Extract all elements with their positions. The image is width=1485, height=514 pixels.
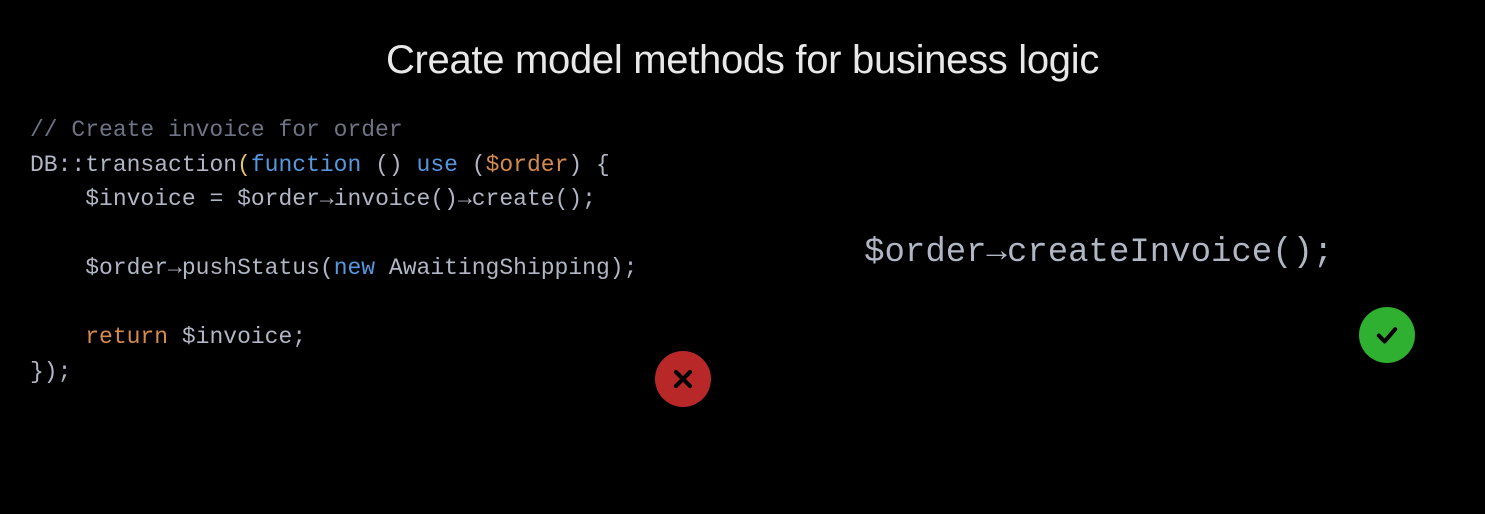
bad-example-panel: // Create invoice for order DB::transact… — [30, 113, 743, 389]
code-token: DB — [30, 152, 58, 178]
code-token — [375, 255, 389, 281]
code-token: createInvoice(); — [1007, 234, 1333, 272]
code-comment: // Create invoice for order — [30, 117, 403, 143]
code-paren: ( — [472, 152, 486, 178]
code-keyword: use — [417, 152, 458, 178]
code-token: () — [361, 152, 402, 178]
code-token — [403, 152, 417, 178]
code-token: ; — [292, 324, 306, 350]
cross-icon — [669, 365, 697, 393]
good-example-panel: $order→createInvoice(); — [743, 113, 1456, 393]
code-indent — [30, 324, 85, 350]
bad-code-block: // Create invoice for order DB::transact… — [30, 113, 743, 389]
slide-title: Create model methods for business logic — [0, 0, 1485, 113]
code-token: create(); — [472, 186, 596, 212]
good-code-block: $order→createInvoice(); — [864, 228, 1333, 279]
code-class: AwaitingShipping — [389, 255, 610, 281]
code-token: :: — [58, 152, 86, 178]
code-token — [458, 152, 472, 178]
code-paren: ) — [568, 152, 582, 178]
code-arrow: → — [168, 255, 182, 281]
code-keyword: new — [334, 255, 375, 281]
code-variable: $invoice — [85, 186, 195, 212]
code-indent — [30, 186, 85, 212]
code-variable: $order — [237, 186, 320, 212]
code-keyword: function — [251, 152, 361, 178]
code-arrow: → — [987, 234, 1007, 272]
code-arrow: → — [458, 186, 472, 212]
content-container: // Create invoice for order DB::transact… — [0, 113, 1485, 393]
code-variable: $order — [864, 234, 986, 272]
code-token: transaction — [85, 152, 237, 178]
code-token: }); — [30, 359, 71, 385]
code-token: invoice() — [334, 186, 458, 212]
code-token: = — [196, 186, 237, 212]
code-paren: ( — [237, 152, 251, 178]
code-indent — [30, 255, 85, 281]
code-token: ); — [610, 255, 638, 281]
code-keyword: return — [85, 324, 168, 350]
code-variable: $order — [85, 255, 168, 281]
code-variable: $order — [486, 152, 569, 178]
code-token — [168, 324, 182, 350]
code-arrow: → — [320, 186, 334, 212]
code-brace: { — [582, 152, 610, 178]
bad-badge — [655, 351, 711, 407]
good-badge — [1359, 307, 1415, 363]
check-icon — [1373, 321, 1401, 349]
code-token: pushStatus( — [182, 255, 334, 281]
code-variable: $invoice — [182, 324, 292, 350]
